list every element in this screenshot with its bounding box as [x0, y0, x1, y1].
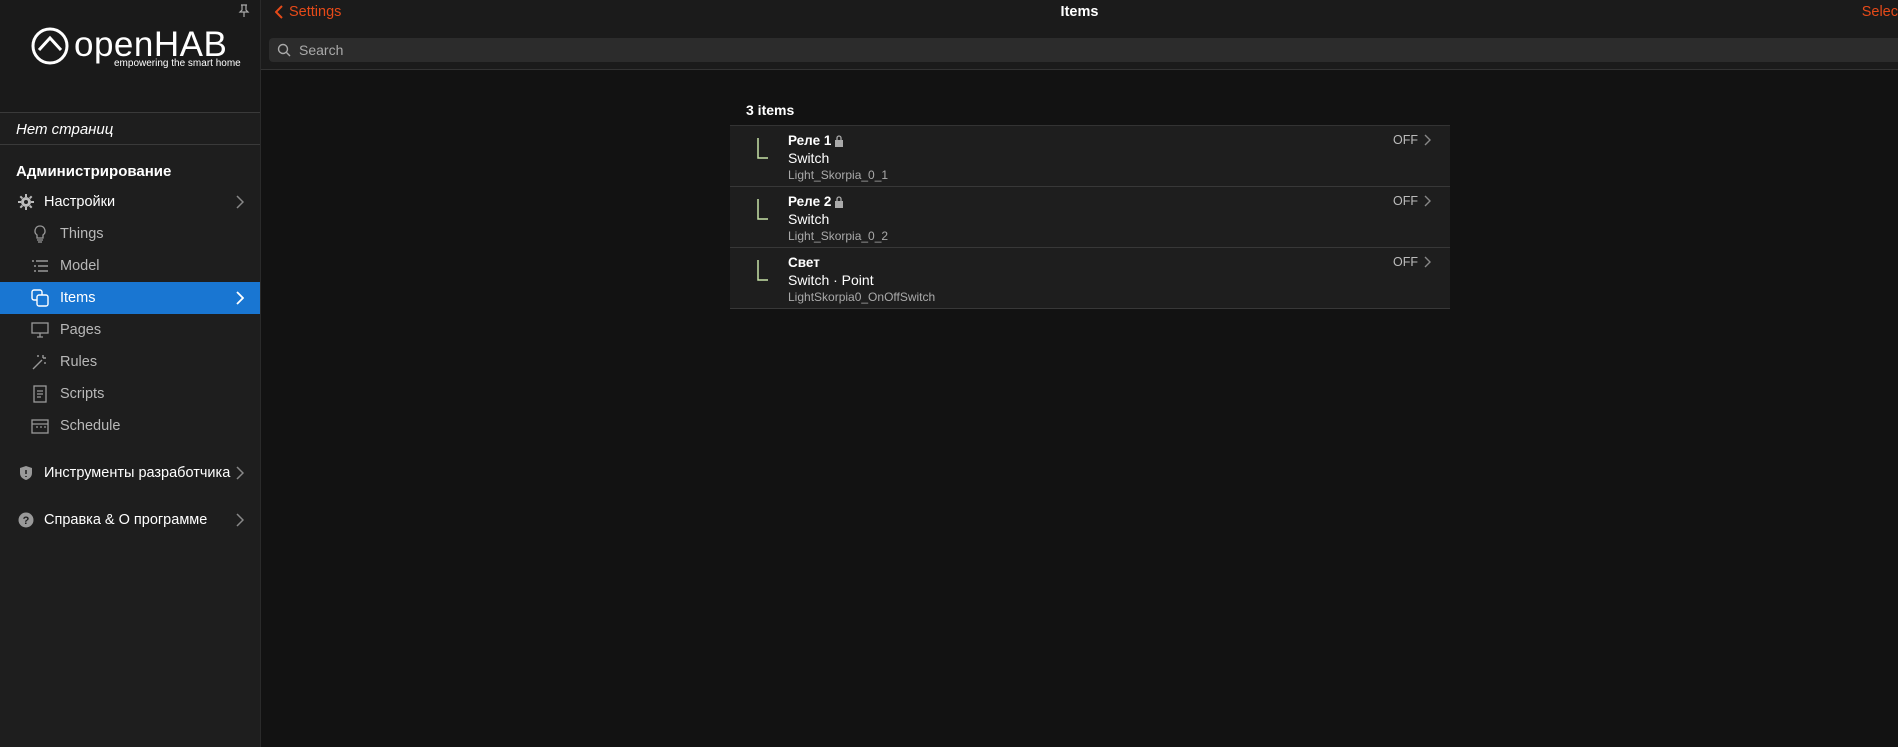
item-state: OFF — [1393, 133, 1418, 147]
sidebar-item-pages[interactable]: Pages — [0, 314, 260, 346]
chevron-right-icon — [236, 195, 244, 209]
list-item[interactable]: Реле 1 Switch Light_Skorpia_0_1 OFF — [730, 126, 1450, 187]
sidebar: openHAB empowering the smart home Нет ст… — [0, 0, 261, 747]
sidebar-item-label: Schedule — [60, 418, 121, 434]
sidebar-item-items[interactable]: Items — [0, 282, 260, 314]
item-name: Реле 2 — [788, 194, 844, 209]
items-count: 3 items — [746, 102, 795, 118]
sidebar-item-label: Настройки — [44, 194, 116, 210]
item-id: LightSkorpia0_OnOffSwitch — [788, 290, 936, 304]
chevron-right-icon — [236, 513, 244, 527]
item-name-text: Свет — [788, 255, 820, 270]
item-type-glyph-icon — [757, 199, 768, 220]
item-name-text: Реле 1 — [788, 133, 832, 148]
sidebar-item-label: Pages — [60, 322, 102, 338]
sidebar-item-rules[interactable]: Rules — [0, 346, 260, 378]
item-name-text: Реле 2 — [788, 194, 832, 209]
pin-icon[interactable] — [238, 4, 250, 18]
item-type: Switch · Point — [788, 272, 874, 288]
section-title-admin: Администрирование — [16, 163, 172, 180]
sidebar-item-developer-tools[interactable]: Инструменты разработчика — [0, 457, 260, 489]
searchbar — [269, 38, 1898, 62]
search-input[interactable] — [297, 41, 1801, 59]
divider — [0, 112, 260, 113]
list-tree-icon — [30, 256, 50, 276]
chevron-right-icon — [236, 466, 244, 480]
list-item[interactable]: Свет Switch · Point LightSkorpia0_OnOffS… — [730, 248, 1450, 309]
sidebar-item-settings[interactable]: Настройки — [0, 186, 260, 218]
no-pages-label: Нет страниц — [16, 121, 114, 138]
monitor-icon — [30, 320, 50, 340]
sidebar-item-help-about[interactable]: ? Справка & О программе — [0, 504, 260, 536]
chevron-right-icon — [1424, 256, 1431, 268]
items-squares-icon — [30, 288, 50, 308]
navbar: Settings Items Selec — [261, 0, 1898, 70]
sidebar-item-label: Items — [60, 290, 96, 306]
lock-icon — [835, 134, 844, 147]
svg-text:?: ? — [23, 515, 30, 527]
sidebar-item-label: Model — [60, 258, 100, 274]
item-type: Switch — [788, 211, 830, 227]
item-name: Свет — [788, 255, 820, 270]
item-type-glyph-icon — [757, 260, 768, 281]
logo-area: openHAB empowering the smart home — [0, 0, 260, 112]
openhab-logo-icon — [31, 27, 69, 65]
list-item[interactable]: Реле 2 Switch Light_Skorpia_0_2 OFF — [730, 187, 1450, 248]
sidebar-item-model[interactable]: Model — [0, 250, 260, 282]
sidebar-item-things[interactable]: Things — [0, 218, 260, 250]
item-id: Light_Skorpia_0_1 — [788, 168, 889, 182]
items-list: Реле 1 Switch Light_Skorpia_0_1 OFF Реле… — [730, 125, 1450, 309]
sidebar-item-scripts[interactable]: Scripts — [0, 378, 260, 410]
document-icon — [30, 384, 50, 404]
chevron-right-icon — [236, 291, 244, 305]
lightbulb-icon — [30, 224, 50, 244]
gear-icon — [16, 192, 36, 212]
item-name: Реле 1 — [788, 133, 844, 148]
item-state: OFF — [1393, 255, 1418, 269]
chevron-right-icon — [1424, 195, 1431, 207]
sidebar-item-label: Инструменты разработчика — [44, 465, 231, 481]
chevron-right-icon — [1424, 134, 1431, 146]
item-type: Switch — [788, 150, 830, 166]
select-link[interactable]: Selec — [1862, 4, 1898, 20]
sidebar-item-label: Scripts — [60, 386, 105, 402]
divider — [0, 144, 260, 145]
item-type-glyph-icon — [757, 138, 768, 159]
lock-icon — [835, 195, 844, 208]
search-icon — [277, 43, 291, 57]
wand-icon — [30, 352, 50, 372]
calendar-icon — [30, 416, 50, 436]
sidebar-item-label: Things — [60, 226, 104, 242]
item-id: Light_Skorpia_0_2 — [788, 229, 889, 243]
openhab-logo[interactable]: openHAB empowering the smart home — [30, 26, 241, 69]
item-state: OFF — [1393, 194, 1418, 208]
page-title: Items — [1060, 4, 1099, 20]
sidebar-item-label: Rules — [60, 354, 98, 370]
sidebar-item-schedule[interactable]: Schedule — [0, 410, 260, 442]
sidebar-item-label: Справка & О программе — [44, 512, 208, 528]
shield-icon — [16, 463, 36, 483]
help-icon: ? — [16, 510, 36, 530]
